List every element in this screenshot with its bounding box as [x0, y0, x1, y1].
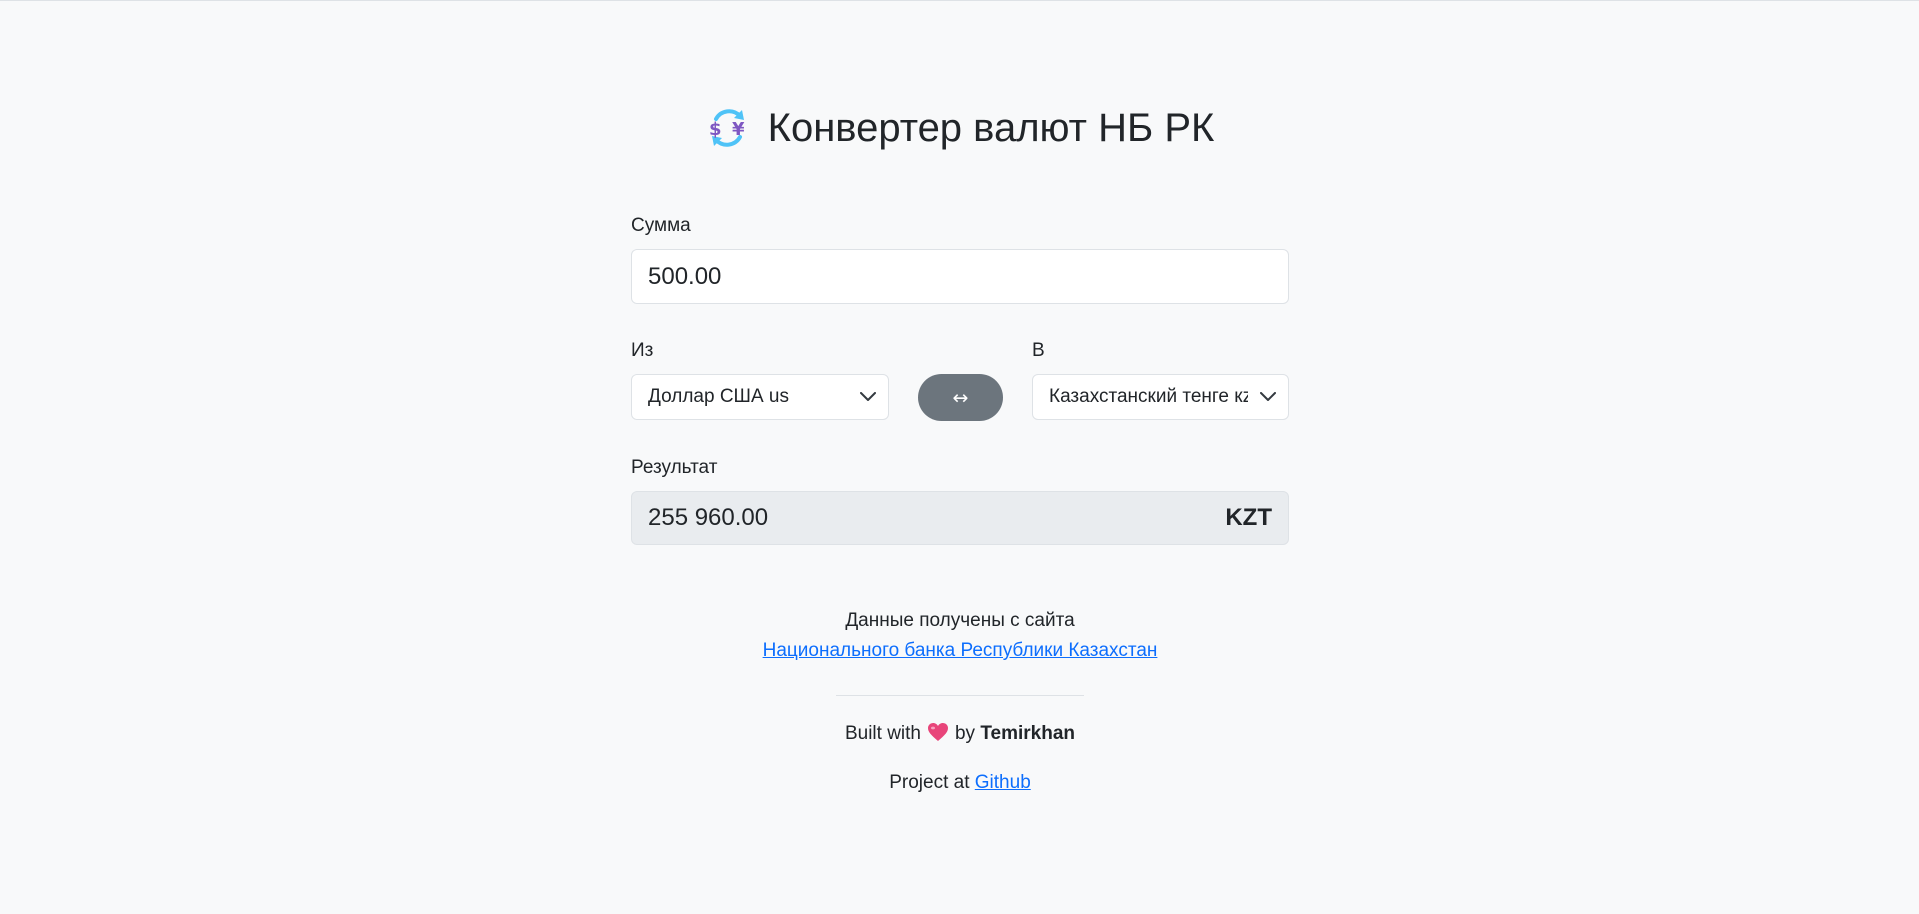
github-link[interactable]: Github	[975, 772, 1031, 793]
chevron-down-icon	[1248, 375, 1288, 419]
footer-divider	[836, 695, 1084, 696]
project-row: Project at Github	[631, 772, 1289, 794]
amount-label: Сумма	[631, 215, 691, 236]
source-text: Данные получены с сайта	[845, 610, 1075, 631]
from-currency-select[interactable]: Доллар США us	[631, 374, 889, 420]
heart-icon	[927, 722, 949, 742]
top-border	[0, 0, 1919, 1]
by-text: by	[954, 723, 976, 744]
built-with-text: Built with	[844, 723, 921, 744]
nbrk-link[interactable]: Национального банка Республики Казахстан	[763, 640, 1158, 661]
result-label: Результат	[631, 457, 718, 478]
to-currency-select[interactable]: Казахстанский тенге кz	[1032, 374, 1289, 420]
result-field: 255 960.00 KZT	[631, 491, 1289, 545]
to-currency-value: Казахстанский тенге кz	[1049, 386, 1248, 407]
page-header: $ ¥ Конвертер валют НБ РК	[631, 100, 1289, 156]
built-with-row: Built with by Temirkhan	[631, 722, 1289, 745]
from-label: Из	[631, 340, 654, 361]
result-currency: KZT	[1225, 504, 1272, 531]
author-name: Temirkhan	[980, 723, 1076, 744]
from-currency-value: Доллар США us	[648, 386, 789, 407]
svg-text:¥: ¥	[732, 119, 745, 140]
source-link-row: Национального банка Республики Казахстан	[631, 640, 1289, 662]
svg-text:$: $	[709, 119, 722, 140]
swap-currencies-button[interactable]: ↔	[918, 374, 1003, 421]
project-at-text: Project at	[889, 772, 970, 793]
to-label: В	[1032, 340, 1045, 361]
page-title: Конвертер валют НБ РК	[767, 106, 1215, 150]
result-value: 255 960.00	[648, 504, 769, 531]
amount-input[interactable]	[631, 249, 1289, 304]
chevron-down-icon	[848, 375, 888, 419]
currency-exchange-icon: $ ¥	[706, 106, 750, 150]
